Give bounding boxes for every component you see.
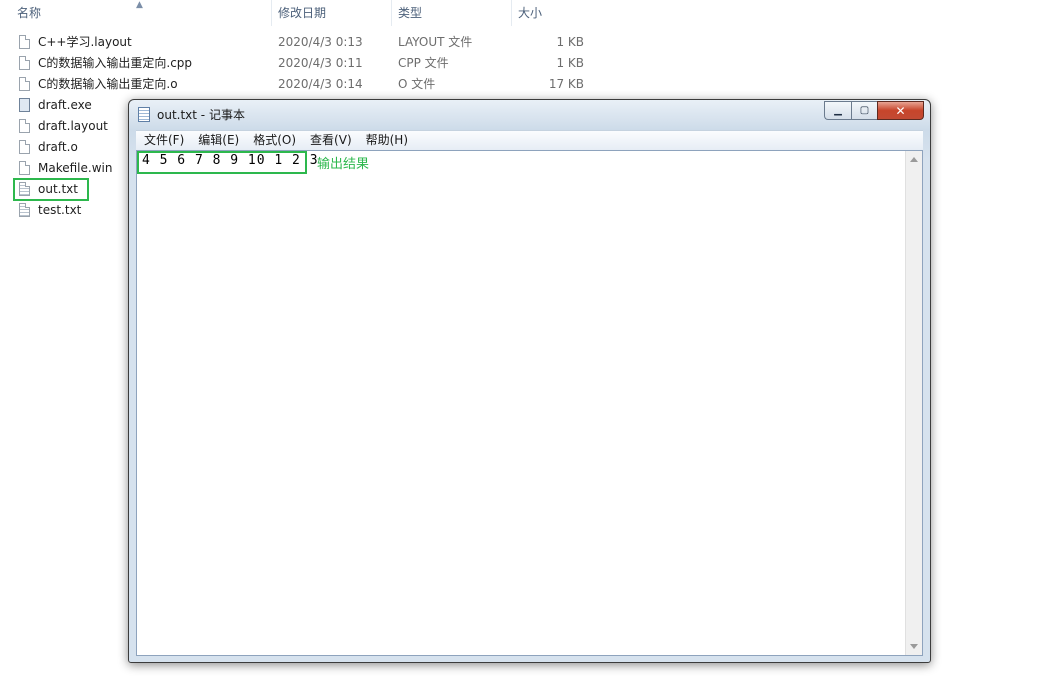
minimize-button[interactable]: ▁ bbox=[824, 101, 851, 120]
file-icon bbox=[19, 77, 30, 91]
maximize-button[interactable]: ▢ bbox=[851, 101, 877, 120]
menu-file[interactable]: 文件(F) bbox=[136, 131, 191, 150]
exe-icon bbox=[19, 98, 30, 112]
menu-help[interactable]: 帮助(H) bbox=[359, 131, 415, 150]
menu-bar: 文件(F) 编辑(E) 格式(O) 查看(V) 帮助(H) bbox=[136, 130, 923, 150]
file-icon bbox=[19, 35, 30, 49]
file-icon bbox=[19, 161, 30, 175]
vertical-scrollbar[interactable] bbox=[905, 151, 922, 655]
column-date[interactable]: 修改日期 bbox=[272, 0, 392, 26]
file-icon bbox=[19, 140, 30, 154]
window-title: out.txt - 记事本 bbox=[157, 108, 245, 122]
scroll-down-arrow-icon[interactable] bbox=[910, 644, 918, 649]
column-name[interactable]: ▲ 名称 bbox=[0, 0, 272, 26]
sort-ascending-icon: ▲ bbox=[136, 0, 143, 10]
notepad-icon bbox=[138, 107, 150, 122]
file-row[interactable]: C的数据输入输出重定向.cpp 2020/4/3 0:11 CPP 文件 1 K… bbox=[0, 53, 600, 74]
file-row[interactable]: C++学习.layout 2020/4/3 0:13 LAYOUT 文件 1 K… bbox=[0, 32, 600, 53]
file-icon bbox=[19, 56, 30, 70]
out-txt-highlight-box bbox=[13, 178, 89, 201]
title-bar[interactable]: out.txt - 记事本 ▁ ▢ ✕ bbox=[129, 100, 930, 128]
output-highlight-box bbox=[137, 151, 307, 174]
menu-format[interactable]: 格式(O) bbox=[246, 131, 303, 150]
menu-view[interactable]: 查看(V) bbox=[303, 131, 359, 150]
notepad-window: out.txt - 记事本 ▁ ▢ ✕ 文件(F) 编辑(E) 格式(O) 查看… bbox=[128, 99, 931, 663]
file-row[interactable]: C的数据输入输出重定向.o 2020/4/3 0:14 O 文件 17 KB bbox=[0, 74, 600, 95]
text-editor[interactable]: 4 5 6 7 8 9 10 1 2 3 输出结果 bbox=[136, 150, 923, 656]
scroll-up-arrow-icon[interactable] bbox=[910, 157, 918, 162]
column-header: ▲ 名称 修改日期 类型 大小 bbox=[0, 0, 592, 26]
menu-edit[interactable]: 编辑(E) bbox=[191, 131, 246, 150]
window-controls: ▁ ▢ ✕ bbox=[824, 101, 924, 120]
text-file-icon bbox=[19, 203, 30, 217]
close-button[interactable]: ✕ bbox=[877, 101, 924, 120]
column-size[interactable]: 大小 bbox=[512, 0, 592, 26]
file-icon bbox=[19, 119, 30, 133]
output-annotation: 输出结果 bbox=[317, 157, 370, 172]
column-type[interactable]: 类型 bbox=[392, 0, 512, 26]
